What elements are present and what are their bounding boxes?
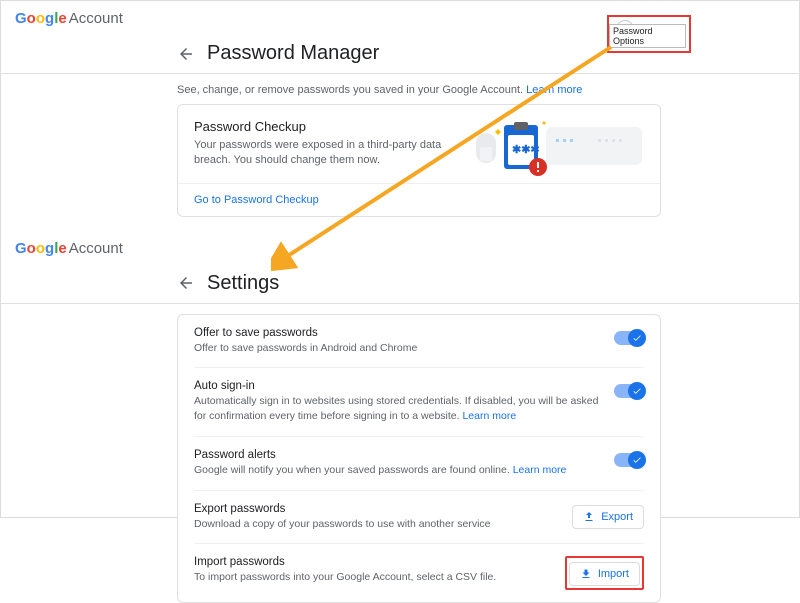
export-button[interactable]: Export [572,505,644,529]
back-arrow-icon[interactable] [177,45,195,63]
row-title: Export passwords [194,503,558,515]
row-title: Auto sign-in [194,380,600,392]
pm-subtext: See, change, or remove passwords you sav… [177,84,659,96]
password-checkup-card: Password Checkup Your passwords were exp… [177,104,661,217]
learn-more-link-pm[interactable]: Learn more [526,84,582,96]
google-logo-2: Google [15,240,67,257]
settings-title: Settings [207,272,279,295]
settings-card: Offer to save passwords Offer to save pas… [177,314,661,603]
row-title: Import passwords [194,556,551,568]
page-title: Password Manager [207,42,379,65]
toggle-switch[interactable] [614,453,644,467]
row-desc: Offer to save passwords in Android and C… [194,341,600,356]
settings-row: Import passwords To import passwords into… [194,544,644,602]
check-icon [628,382,646,400]
row-desc: Google will notify you when your saved p… [194,463,600,478]
card-desc: Your passwords were exposed in a third-p… [194,138,454,169]
toggle-switch[interactable] [614,384,644,398]
import-button[interactable]: Import [569,562,640,586]
toggle-switch[interactable] [614,331,644,345]
check-icon [628,329,646,347]
gear-highlight-box: Password Options [607,15,691,53]
settings-row: Auto sign-in Automatically sign in to web… [194,368,644,436]
row-title: Offer to save passwords [194,327,600,339]
row-desc: Download a copy of your passwords to use… [194,517,558,532]
google-logo-1: Google [15,10,67,27]
account-label-2: Account [69,240,123,257]
svg-text:✱✱✱: ✱✱✱ [512,144,540,156]
upload-icon [583,511,595,523]
app-header-2: Google Account [1,231,799,266]
settings-page-header: Settings [177,266,659,303]
gear-tooltip: Password Options [609,24,686,48]
settings-row: Offer to save passwords Offer to save pas… [194,315,644,369]
checkup-illustration: ✱✱✱ [468,119,648,179]
settings-row: Password alerts Google will notify you wh… [194,437,644,491]
check-icon [628,451,646,469]
row-desc: To import passwords into your Google Acc… [194,570,551,585]
go-to-checkup-link[interactable]: Go to Password Checkup [194,194,644,206]
pm-page-header: Password Manager [177,36,659,73]
row-title: Password alerts [194,449,600,461]
account-label-1: Account [69,10,123,27]
row-desc: Automatically sign in to websites using … [194,394,600,423]
settings-row: Export passwords Download a copy of your … [194,491,644,545]
back-arrow-icon-2[interactable] [177,274,195,292]
import-highlight-box: Import [565,556,644,590]
download-icon [580,568,592,580]
learn-more-link[interactable]: Learn more [462,410,516,422]
learn-more-link[interactable]: Learn more [513,464,567,476]
